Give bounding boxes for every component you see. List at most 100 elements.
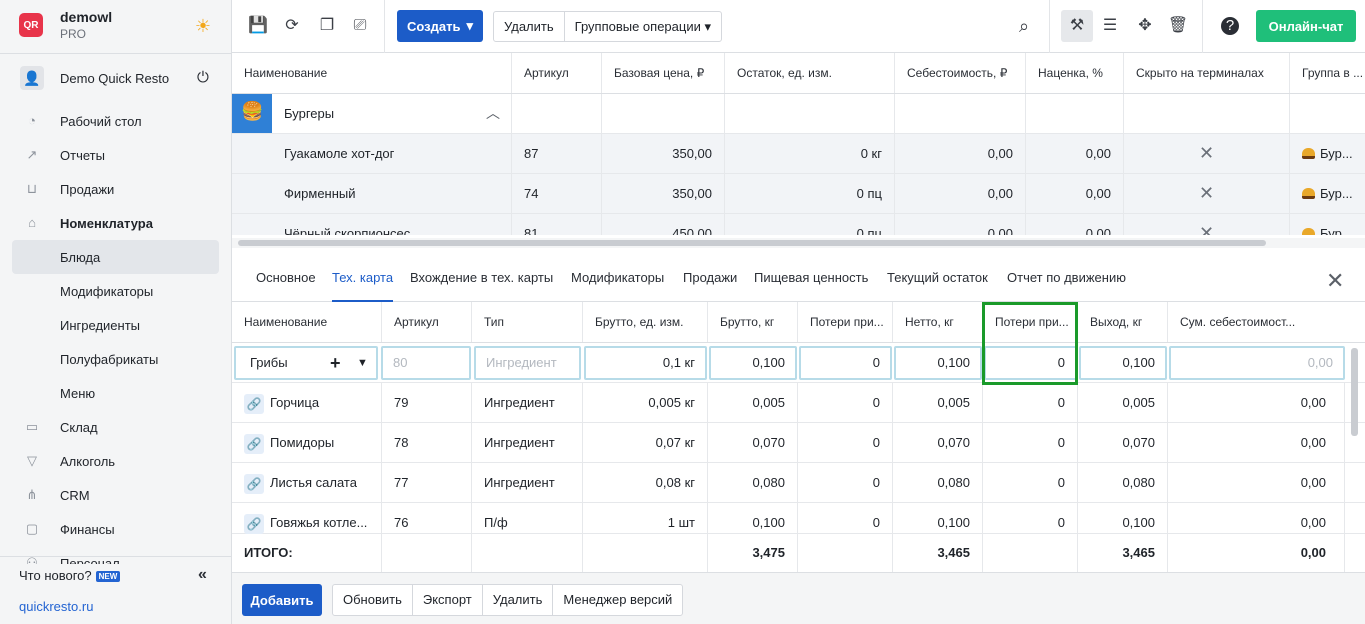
ingredient-name-label: Говяжья котле... <box>270 515 368 530</box>
col-header-type[interactable]: Тип <box>472 302 583 342</box>
table-row[interactable]: Чёрный скорпионсес 81 450,00 0 пц 0,00 0… <box>232 214 1365 235</box>
article-input[interactable]: 80 <box>381 346 471 380</box>
sidebar-item-crm[interactable]: ⋔ CRM <box>12 478 219 512</box>
type-input[interactable]: Ингредиент <box>474 346 581 380</box>
move-icon[interactable]: ✥ <box>1134 15 1156 37</box>
cost-input[interactable]: 0,00 <box>1169 346 1345 380</box>
col-header-hidden[interactable]: Скрыто на терминалах <box>1124 53 1290 93</box>
loss-cold: 0 <box>798 423 893 462</box>
trash-icon[interactable]: 🗑 <box>1167 15 1189 37</box>
col-header-markup[interactable]: Наценка, % <box>1026 53 1124 93</box>
online-chat-button[interactable]: Онлайн-чат <box>1256 10 1356 42</box>
col-header-article[interactable]: Артикул <box>382 302 472 342</box>
sidebar-item-dashboard[interactable]: ◔ Рабочий стол <box>12 104 219 138</box>
sidebar-item-nomenclature[interactable]: ⌂ Номенклатура <box>12 206 219 240</box>
sidebar-item-alcohol[interactable]: ▽ Алкоголь <box>12 444 219 478</box>
table-row[interactable]: 🔗 Говяжья котле... 76 П/ф 1 шт 0,100 0 0,… <box>232 503 1365 542</box>
tab-movement-report[interactable]: Отчет по движению <box>1007 270 1126 302</box>
col-header-gross-kg[interactable]: Брутто, кг <box>708 302 798 342</box>
theme-sun-icon[interactable]: ☀ <box>193 16 213 36</box>
export-button[interactable]: Экспорт <box>413 585 483 615</box>
save-icon[interactable]: 💾 <box>247 15 269 37</box>
account-name[interactable]: demowl <box>60 9 112 25</box>
table-row[interactable]: 🔗 Помидоры 78 Ингредиент 0,07 кг 0,070 0 … <box>232 423 1365 463</box>
sidebar-item-modifiers[interactable]: Модификаторы <box>12 274 219 308</box>
list-icon[interactable]: ☰ <box>1099 15 1121 37</box>
col-header-yield[interactable]: Выход, кг <box>1078 302 1168 342</box>
search-icon[interactable]: ⌕ <box>1013 15 1035 37</box>
refresh-button[interactable]: Обновить <box>333 585 413 615</box>
col-header-stock[interactable]: Остаток, ед. изм. <box>725 53 895 93</box>
sidebar-item-sales[interactable]: ⊔ Продажи <box>12 172 219 206</box>
refresh-icon[interactable]: ⟳ <box>281 15 303 37</box>
user-block[interactable]: 👤 Demo Quick Resto ⏻ <box>0 60 232 96</box>
delete-row-button[interactable]: Удалить <box>483 585 554 615</box>
table-row[interactable]: 🔗 Листья салата 77 Ингредиент 0,08 кг 0,0… <box>232 463 1365 503</box>
group-operations-button[interactable]: Групповые операции ▾ <box>565 12 721 41</box>
link-icon[interactable]: 🔗 <box>244 393 264 414</box>
name-input[interactable]: Грибы + ▼ <box>234 346 378 380</box>
horizontal-scrollbar[interactable] <box>238 240 1266 246</box>
tab-main[interactable]: Основное <box>256 270 316 302</box>
tab-sales[interactable]: Продажи <box>683 270 737 302</box>
tab-tech-card-usage[interactable]: Вхождение в тех. карты <box>410 270 553 302</box>
tab-nutrition[interactable]: Пищевая ценность <box>754 270 868 302</box>
chevron-down-icon[interactable]: ▼ <box>357 348 368 378</box>
close-icon[interactable]: ✕ <box>1326 268 1344 294</box>
sidebar-item-staff[interactable]: ⚇ Персонал <box>12 546 219 564</box>
loss-hot-input[interactable]: 0 <box>984 346 1077 380</box>
cell <box>472 534 583 572</box>
col-header-loss-cold[interactable]: Потери при... <box>798 302 893 342</box>
site-link[interactable]: quickresto.ru <box>19 599 93 614</box>
sidebar-item-label: Номенклатура <box>60 216 153 231</box>
link-icon[interactable]: 🔗 <box>244 513 264 534</box>
category-row[interactable]: Бургеры ︿ <box>232 94 1365 134</box>
chevron-up-icon[interactable]: ︿ <box>486 94 500 133</box>
version-manager-button[interactable]: Менеджер версий <box>553 585 682 615</box>
gross-kg-input[interactable]: 0,100 <box>709 346 797 380</box>
col-header-loss-hot[interactable]: Потери при... <box>983 302 1078 342</box>
col-header-price[interactable]: Базовая цена, ₽ <box>602 53 725 93</box>
tab-modifiers[interactable]: Модификаторы <box>571 270 664 302</box>
gross-unit-input[interactable]: 0,1 кг <box>584 346 707 380</box>
sidebar-item-reports[interactable]: ↗ Отчеты <box>12 138 219 172</box>
plus-icon[interactable]: + <box>330 348 341 378</box>
add-button[interactable]: Добавить <box>242 584 322 616</box>
sidebar-item-label: Полуфабрикаты <box>60 352 159 367</box>
col-header-cost[interactable]: Себестоимость, ₽ <box>895 53 1026 93</box>
col-header-article[interactable]: Артикул <box>512 53 602 93</box>
table-row[interactable]: 🔗 Горчица 79 Ингредиент 0,005 кг 0,005 0 … <box>232 383 1365 423</box>
inbox-icon[interactable]: ⎚ <box>349 15 371 37</box>
sidebar-item-finance[interactable]: ▢ Финансы <box>12 512 219 546</box>
sidebar-item-dishes[interactable]: Блюда <box>12 240 219 274</box>
col-header-gross-unit[interactable]: Брутто, ед. изм. <box>583 302 708 342</box>
col-header-group[interactable]: Группа в ... <box>1290 53 1365 93</box>
power-icon[interactable]: ⏻ <box>197 69 209 86</box>
editable-row[interactable]: Грибы + ▼ 80 Ингредиент 0,1 кг 0,100 0 0,1… <box>232 343 1365 383</box>
copy-icon[interactable]: ❐ <box>316 15 338 37</box>
sidebar-item-ingredients[interactable]: Ингредиенты <box>12 308 219 342</box>
tab-current-stock[interactable]: Текущий остаток <box>887 270 988 302</box>
sidebar-item-semifinished[interactable]: Полуфабрикаты <box>12 342 219 376</box>
link-icon[interactable]: 🔗 <box>244 433 264 454</box>
net-input[interactable]: 0,100 <box>894 346 982 380</box>
table-row[interactable]: Гуакамоле хот-дог 87 350,00 0 кг 0,00 0,… <box>232 134 1365 174</box>
yield-input[interactable]: 0,100 <box>1079 346 1167 380</box>
tab-tech-card[interactable]: Тех. карта <box>332 270 394 302</box>
help-icon[interactable]: ? <box>1221 17 1239 35</box>
tools-icon[interactable]: ⚒ <box>1066 15 1088 37</box>
collapse-sidebar-icon[interactable]: « <box>198 566 207 584</box>
create-button[interactable]: Создать ▾ <box>397 10 483 42</box>
vertical-scrollbar[interactable] <box>1351 348 1358 436</box>
sidebar-item-menu[interactable]: Меню <box>12 376 219 410</box>
col-header-net[interactable]: Нетто, кг <box>893 302 983 342</box>
whats-new-link[interactable]: Что нового? NEW <box>19 568 121 583</box>
col-header-name[interactable]: Наименование <box>232 53 512 93</box>
sidebar-item-warehouse[interactable]: ▭ Склад <box>12 410 219 444</box>
col-header-name[interactable]: Наименование <box>232 302 382 342</box>
col-header-total-cost[interactable]: Сум. себестоимост... <box>1168 302 1365 342</box>
loss-cold-input[interactable]: 0 <box>799 346 892 380</box>
table-row[interactable]: Фирменный 74 350,00 0 пц 0,00 0,00 ✕ Бур… <box>232 174 1365 214</box>
link-icon[interactable]: 🔗 <box>244 473 264 494</box>
delete-button[interactable]: Удалить <box>494 12 565 41</box>
